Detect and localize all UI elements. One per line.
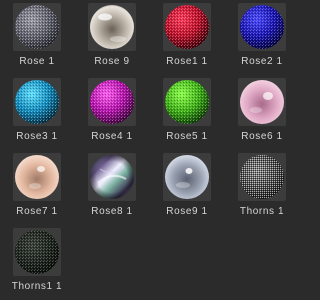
material-label: Rose2 1 (241, 56, 283, 67)
sphere-clear-glass-icon (163, 153, 211, 201)
material-item-rose2-1[interactable]: Rose2 1 (232, 3, 292, 75)
material-label: Rose 1 (19, 56, 55, 67)
material-label: Thorns1 1 (11, 281, 63, 292)
material-item-rose1-1[interactable]: Rose1 1 (157, 3, 217, 75)
material-label: Rose 9 (94, 56, 130, 67)
material-label: Rose5 1 (166, 131, 208, 142)
material-item-rose8-1[interactable]: Rose8 1 (82, 153, 142, 225)
material-label: Rose1 1 (166, 56, 208, 67)
sphere-dark-thorns-icon (13, 228, 61, 276)
material-asset-grid: Rose 1 Rose 9 Rose1 1 Rose2 1 Rose3 1 Ro… (0, 0, 300, 300)
material-item-rose7-1[interactable]: Rose7 1 (7, 153, 67, 225)
material-label: Thorns 1 (239, 206, 285, 217)
sphere-cyan-noise-icon (13, 78, 61, 126)
material-item-rose5-1[interactable]: Rose5 1 (157, 78, 217, 150)
material-item-rose-9[interactable]: Rose 9 (82, 3, 142, 75)
sphere-iridescent-icon (88, 153, 136, 201)
material-label: Rose3 1 (16, 131, 58, 142)
material-item-thorns1-1[interactable]: Thorns1 1 (7, 228, 67, 300)
material-item-rose6-1[interactable]: Rose6 1 (232, 78, 292, 150)
sphere-green-noise-icon (163, 78, 211, 126)
sphere-glass-icon (88, 3, 136, 51)
sphere-pink-glass-icon (238, 78, 286, 126)
sphere-red-noise-icon (163, 3, 211, 51)
material-item-rose4-1[interactable]: Rose4 1 (82, 78, 142, 150)
sphere-grey-noise-icon (13, 3, 61, 51)
material-label: Rose9 1 (166, 206, 208, 217)
material-item-rose3-1[interactable]: Rose3 1 (7, 78, 67, 150)
material-label: Rose4 1 (91, 131, 133, 142)
sphere-thorns-noise-icon (238, 153, 286, 201)
material-item-rose9-1[interactable]: Rose9 1 (157, 153, 217, 225)
material-item-rose-1[interactable]: Rose 1 (7, 3, 67, 75)
material-label: Rose8 1 (91, 206, 133, 217)
sphere-peach-glass-icon (13, 153, 61, 201)
sphere-magenta-noise-icon (88, 78, 136, 126)
material-label: Rose6 1 (241, 131, 283, 142)
sphere-blue-noise-icon (238, 3, 286, 51)
material-item-thorns-1[interactable]: Thorns 1 (232, 153, 292, 225)
material-label: Rose7 1 (16, 206, 58, 217)
